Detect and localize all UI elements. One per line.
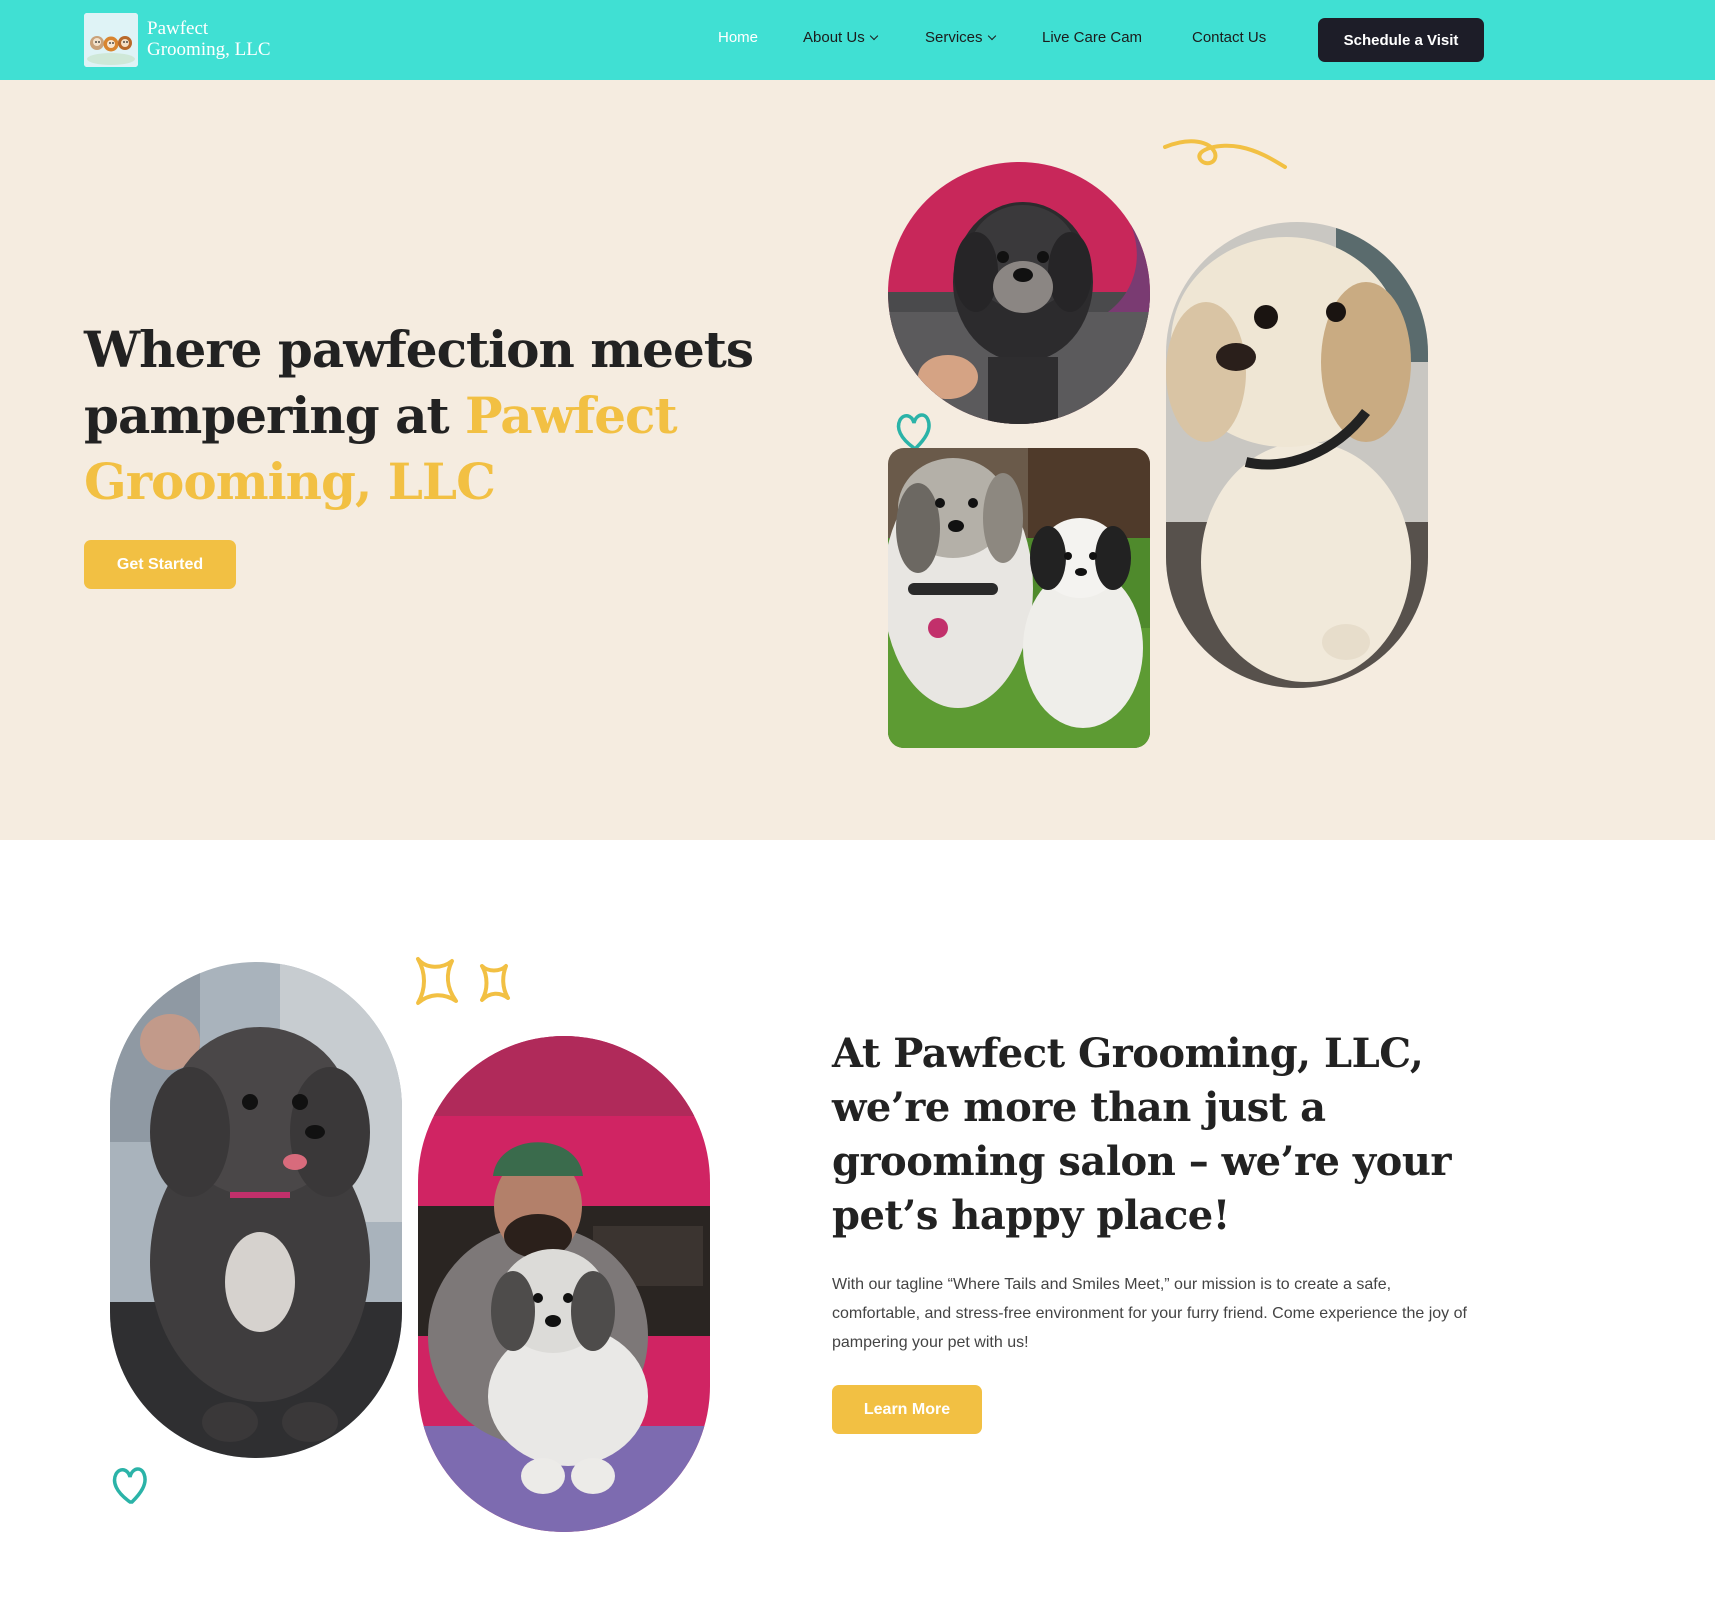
dog-photo-cream-shihtzu	[1166, 222, 1428, 688]
logo[interactable]	[84, 13, 138, 67]
dog-photo-poodle	[110, 962, 402, 1458]
groomer-with-dog-photo	[418, 1036, 710, 1532]
get-started-button[interactable]: Get Started	[84, 540, 236, 589]
dog-photo-black-shihtzu	[888, 162, 1150, 424]
hero-title: Where pawfection meets pampering at Pawf…	[84, 317, 784, 515]
chevron-down-icon	[869, 31, 878, 41]
logo-dogs-icon	[84, 13, 138, 67]
dog-photo-two-dogs	[888, 448, 1150, 748]
nav-home-link[interactable]: Home	[718, 29, 758, 46]
heart-doodle-icon	[896, 413, 931, 450]
about-description: With our tagline “Where Tails and Smiles…	[832, 1276, 1467, 1351]
sparkle-doodle-icon	[416, 957, 458, 1005]
site-header: Pawfect Grooming, LLC Home About Us Serv…	[0, 0, 1715, 80]
schedule-visit-button[interactable]: Schedule a Visit	[1318, 18, 1484, 62]
nav-contact-link[interactable]: Contact Us	[1192, 29, 1266, 46]
nav-services-label: Services	[925, 29, 983, 46]
learn-more-button[interactable]: Learn More	[832, 1385, 982, 1434]
heart-doodle-icon	[112, 1467, 147, 1504]
nav-live-cam-link[interactable]: Live Care Cam	[1042, 29, 1142, 46]
brand-name[interactable]: Pawfect Grooming, LLC	[147, 18, 271, 60]
brand-name-line2: Grooming, LLC	[147, 39, 271, 60]
swirl-doodle-icon	[1163, 139, 1287, 169]
nav-about-link[interactable]: About Us	[803, 29, 878, 46]
hero-section: Where pawfection meets pampering at Pawf…	[0, 80, 1715, 840]
about-title: At Pawfect Grooming, LLC, we’re more tha…	[832, 1030, 1451, 1239]
chevron-down-icon	[987, 31, 996, 41]
brand-name-line1: Pawfect	[147, 18, 209, 39]
nav-services-link[interactable]: Services	[925, 29, 996, 46]
nav-about-label: About Us	[803, 29, 865, 46]
sparkle-doodle-icon	[480, 964, 510, 1002]
